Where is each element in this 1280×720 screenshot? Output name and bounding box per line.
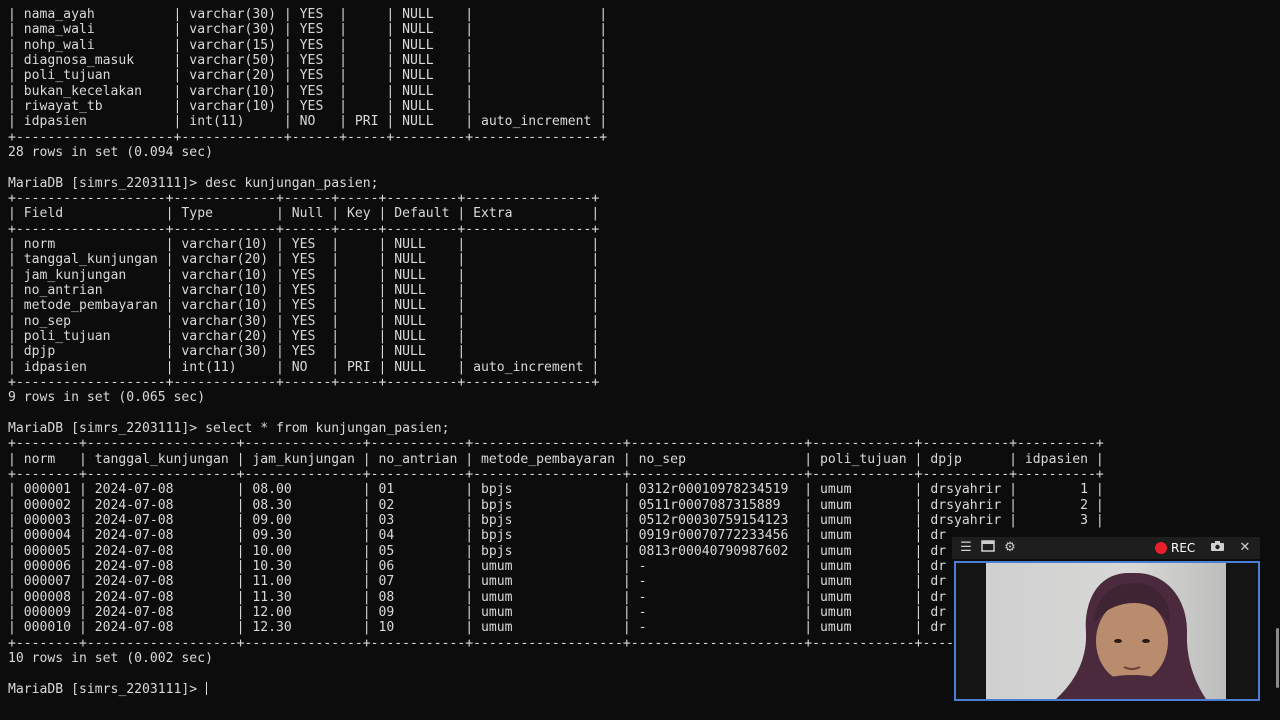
webcam-person-image bbox=[956, 563, 1258, 699]
close-icon[interactable]: ✕ bbox=[1237, 540, 1253, 556]
terminal-line: | idpasien | int(11) | NO | PRI | NULL |… bbox=[8, 360, 600, 375]
webcam-recorder-overlay[interactable]: ☰ ⚙ REC ✕ bbox=[952, 537, 1260, 701]
terminal-line: | 000009 | 2024-07-08 | 12.00 | 09 | umu… bbox=[8, 605, 947, 620]
terminal-line: +--------------------+-------------+----… bbox=[8, 130, 608, 145]
terminal-line: | no_antrian | varchar(10) | YES | | NUL… bbox=[8, 283, 600, 298]
terminal-line: | dpjp | varchar(30) | YES | | NULL | | bbox=[8, 344, 600, 359]
terminal-line: | metode_pembayaran | varchar(10) | YES … bbox=[8, 298, 600, 313]
terminal-line: | no_sep | varchar(30) | YES | | NULL | … bbox=[8, 314, 600, 329]
recorder-toolbar: ☰ ⚙ REC ✕ bbox=[952, 537, 1260, 559]
command-prompt: MariaDB [simrs_2203111]> bbox=[8, 682, 206, 697]
terminal-line: | 000006 | 2024-07-08 | 10.30 | 06 | umu… bbox=[8, 559, 947, 574]
command-prompt-line[interactable]: MariaDB [simrs_2203111]> bbox=[8, 682, 208, 697]
camera-icon[interactable] bbox=[1209, 540, 1225, 556]
terminal-line: +--------+-------------------+----------… bbox=[8, 436, 1104, 451]
terminal-line: | nama_wali | varchar(30) | YES | | NULL… bbox=[8, 22, 608, 37]
terminal-line: +-------------------+-------------+-----… bbox=[8, 191, 600, 206]
terminal-line: | 000001 | 2024-07-08 | 08.00 | 01 | bpj… bbox=[8, 482, 1104, 497]
text-cursor bbox=[206, 682, 208, 695]
terminal-line: | 000003 | 2024-07-08 | 09.00 | 03 | bpj… bbox=[8, 513, 1104, 528]
terminal-line: | poli_tujuan | varchar(20) | YES | | NU… bbox=[8, 329, 600, 344]
terminal-line: | norm | varchar(10) | YES | | NULL | | bbox=[8, 237, 600, 252]
terminal-line: | nama_ayah | varchar(30) | YES | | NULL… bbox=[8, 7, 608, 22]
terminal-line: | 000002 | 2024-07-08 | 08.30 | 02 | bpj… bbox=[8, 498, 1104, 513]
terminal-line: MariaDB [simrs_2203111]> select * from k… bbox=[8, 421, 450, 436]
terminal-line: +-------------------+-------------+-----… bbox=[8, 222, 600, 237]
scrollbar[interactable] bbox=[1276, 628, 1279, 688]
terminal-line: | nohp_wali | varchar(15) | YES | | NULL… bbox=[8, 38, 608, 53]
terminal-line: | idpasien | int(11) | NO | PRI | NULL |… bbox=[8, 114, 608, 129]
terminal-line: 10 rows in set (0.002 sec) bbox=[8, 651, 213, 666]
terminal-line: | 000008 | 2024-07-08 | 11.30 | 08 | umu… bbox=[8, 590, 947, 605]
terminal-line: MariaDB [simrs_2203111]> desc kunjungan_… bbox=[8, 176, 379, 191]
terminal-line: | 000007 | 2024-07-08 | 11.00 | 07 | umu… bbox=[8, 574, 947, 589]
terminal-line: +--------+-------------------+----------… bbox=[8, 636, 954, 651]
terminal-line: | tanggal_kunjungan | varchar(20) | YES … bbox=[8, 252, 600, 267]
terminal-line: | Field | Type | Null | Key | Default | … bbox=[8, 206, 600, 221]
terminal-line: | jam_kunjungan | varchar(10) | YES | | … bbox=[8, 268, 600, 283]
webcam-feed bbox=[954, 561, 1260, 701]
terminal-line: | poli_tujuan | varchar(20) | YES | | NU… bbox=[8, 68, 608, 83]
terminal-line: 28 rows in set (0.094 sec) bbox=[8, 145, 213, 160]
terminal-line: +-------------------+-------------+-----… bbox=[8, 375, 600, 390]
terminal-line: | 000004 | 2024-07-08 | 09.30 | 04 | bpj… bbox=[8, 528, 947, 543]
terminal-line: | norm | tanggal_kunjungan | jam_kunjung… bbox=[8, 452, 1104, 467]
terminal-line: | 000010 | 2024-07-08 | 12.30 | 10 | umu… bbox=[8, 620, 947, 635]
terminal-line: +--------+-------------------+----------… bbox=[8, 467, 1104, 482]
terminal-line: | bukan_kecelakan | varchar(10) | YES | … bbox=[8, 84, 608, 99]
terminal-line: | 000005 | 2024-07-08 | 10.00 | 05 | bpj… bbox=[8, 544, 947, 559]
menu-icon[interactable]: ☰ bbox=[958, 540, 974, 556]
window-icon[interactable] bbox=[980, 540, 996, 556]
terminal-line: | riwayat_tb | varchar(10) | YES | | NUL… bbox=[8, 99, 608, 114]
record-indicator-icon bbox=[1155, 542, 1167, 554]
terminal-line: 9 rows in set (0.065 sec) bbox=[8, 390, 206, 405]
rec-label[interactable]: REC bbox=[1171, 540, 1195, 556]
terminal-line: | diagnosa_masuk | varchar(50) | YES | |… bbox=[8, 53, 608, 68]
gear-icon[interactable]: ⚙ bbox=[1002, 540, 1018, 556]
